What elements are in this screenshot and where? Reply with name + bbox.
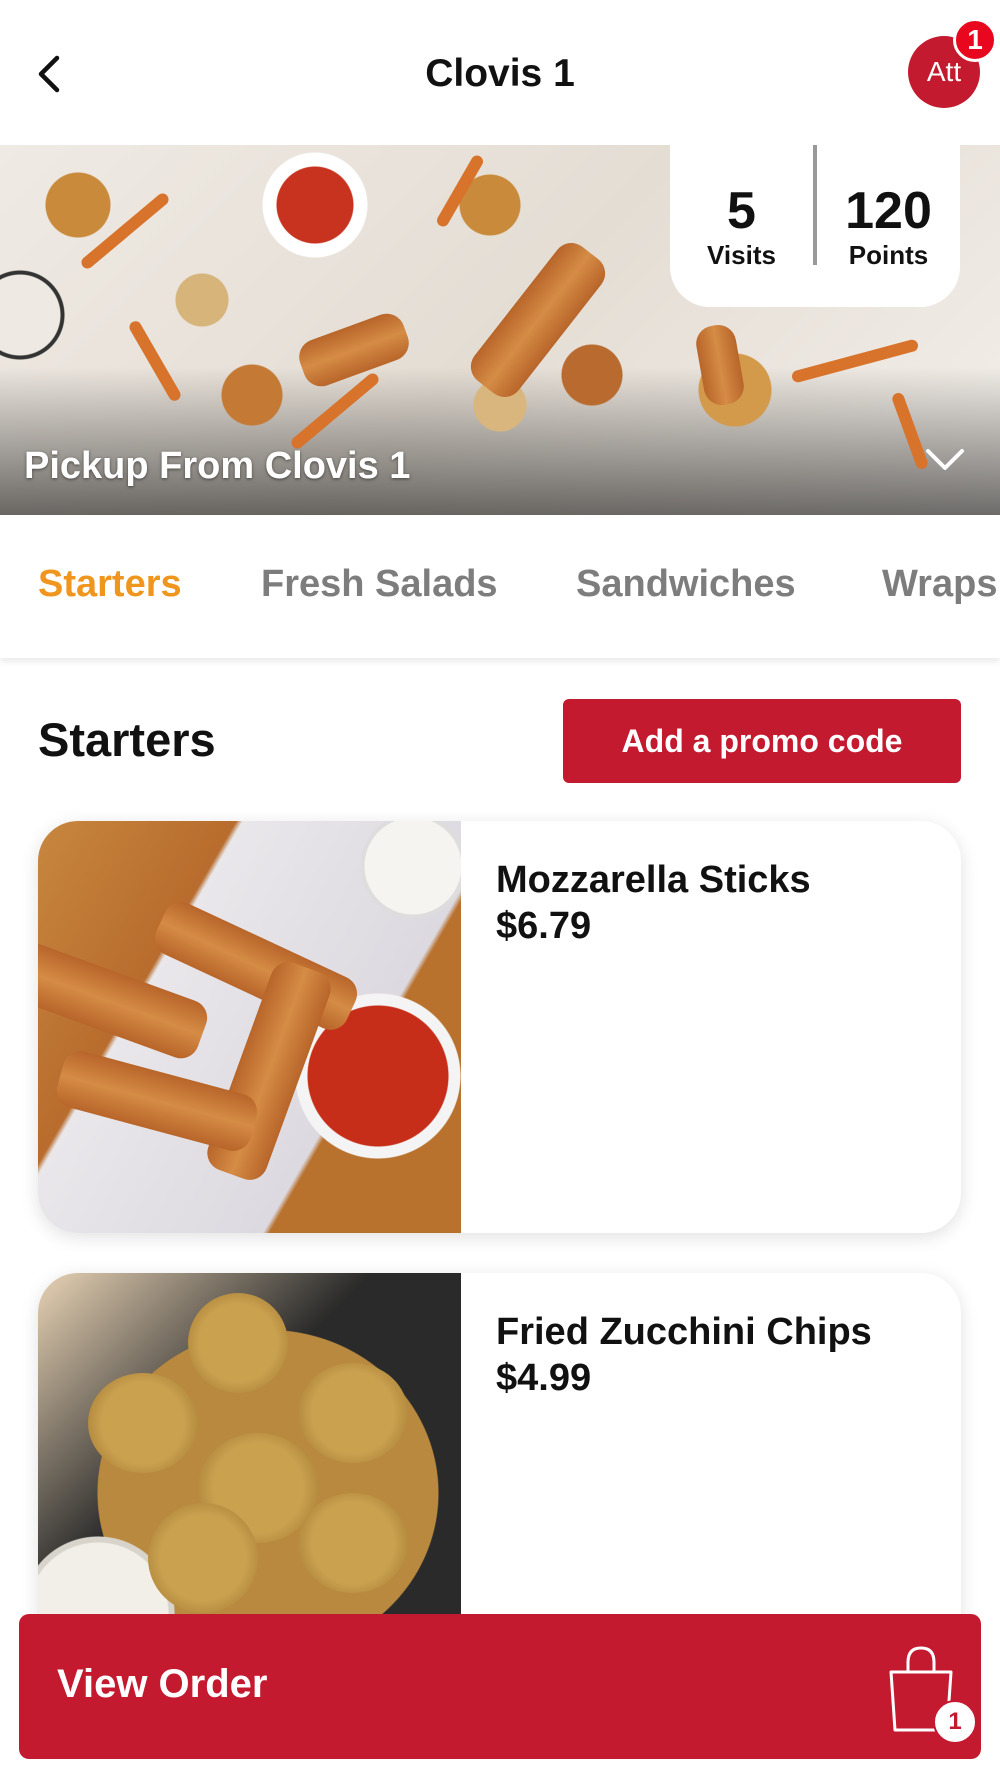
view-order-button[interactable]: View Order 1	[19, 1614, 981, 1759]
hero-banner: 5 Visits 120 Points Pickup From Clovis 1	[0, 145, 1000, 515]
food-decoration	[79, 191, 171, 271]
section-title: Starters	[38, 713, 216, 766]
add-promo-code-button[interactable]: Add a promo code	[563, 699, 961, 783]
food-decoration	[790, 338, 920, 384]
food-decoration	[148, 1503, 258, 1613]
tab-starters[interactable]: Starters	[38, 563, 182, 606]
food-decoration	[188, 1293, 288, 1393]
tab-fresh-salads[interactable]: Fresh Salads	[261, 563, 498, 606]
tab-wraps[interactable]: Wraps	[882, 563, 997, 606]
menu-item-card[interactable]: Mozzarella Sticks $6.79	[38, 821, 961, 1233]
points-value: 120	[845, 181, 932, 240]
visits-value: 5	[727, 181, 756, 240]
category-tabs: Starters Fresh Salads Sandwiches Wraps	[0, 515, 1000, 658]
food-decoration	[693, 322, 747, 408]
page-title: Clovis 1	[425, 52, 575, 95]
visits-label: Visits	[707, 239, 776, 270]
food-decoration	[88, 1373, 198, 1473]
food-decoration	[52, 1047, 262, 1155]
item-price: $4.99	[496, 1357, 592, 1399]
food-decoration	[463, 235, 613, 405]
food-decoration	[434, 153, 486, 229]
food-decoration	[298, 1363, 408, 1463]
tab-sandwiches[interactable]: Sandwiches	[576, 563, 796, 606]
loyalty-stats-card: 5 Visits 120 Points	[670, 145, 960, 307]
item-price: $6.79	[496, 905, 592, 947]
item-name: Mozzarella Sticks	[496, 859, 811, 901]
points-stat: 120 Points	[817, 145, 960, 307]
location-dropdown-button[interactable]	[920, 435, 970, 485]
visits-stat: 5 Visits	[670, 145, 813, 307]
points-label: Points	[848, 239, 929, 270]
mozzarella-sticks-image	[38, 821, 461, 1233]
app-header: Clovis 1 Att 1	[0, 0, 1000, 145]
food-decoration	[127, 319, 183, 403]
food-decoration	[298, 1493, 408, 1593]
food-decoration	[289, 371, 381, 451]
view-order-label: View Order	[57, 1662, 268, 1706]
item-name: Fried Zucchini Chips	[496, 1311, 872, 1353]
food-decoration	[202, 957, 336, 1185]
cart-count-badge: 1	[933, 1700, 977, 1744]
pickup-location[interactable]: Pickup From Clovis 1	[24, 445, 410, 488]
chevron-down-icon	[926, 449, 964, 470]
notification-badge: 1	[953, 18, 997, 62]
food-decoration	[294, 308, 414, 392]
